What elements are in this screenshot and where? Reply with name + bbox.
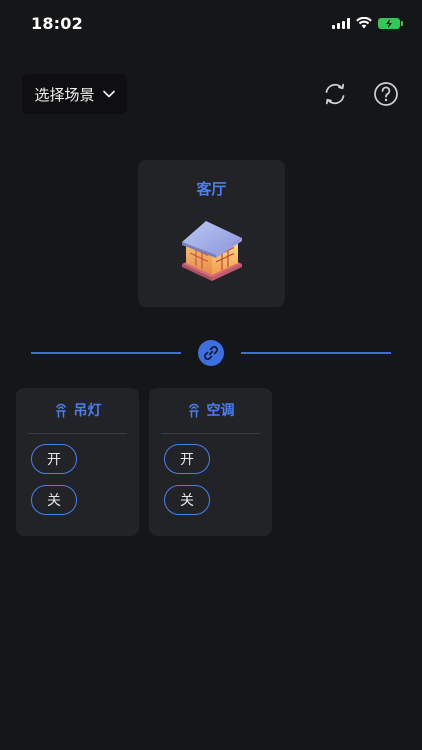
device-icon	[188, 403, 199, 418]
on-button[interactable]: 开	[164, 444, 210, 474]
scene-select-button[interactable]: 选择场景	[22, 74, 127, 114]
off-button[interactable]: 关	[164, 485, 210, 515]
on-button[interactable]: 开	[31, 444, 77, 474]
screen: 18:02 选择场景 客厅 吊灯 开 关 空调 开 关	[0, 0, 422, 750]
device-header: 吊灯	[16, 400, 139, 420]
room-title: 客厅	[196, 180, 227, 198]
room-card[interactable]: 客厅	[138, 160, 285, 307]
divider-left	[31, 352, 181, 354]
off-button[interactable]: 关	[31, 485, 77, 515]
device-divider	[161, 433, 260, 434]
device-card-chandelier: 吊灯 开 关	[16, 388, 139, 536]
status-time: 18:02	[31, 14, 83, 33]
refresh-icon[interactable]	[322, 81, 348, 107]
scene-select-label: 选择场景	[34, 85, 95, 104]
battery-icon	[378, 17, 403, 29]
status-indicators	[332, 17, 403, 29]
wifi-icon	[356, 17, 372, 29]
link-icon	[203, 345, 219, 361]
device-card-air-conditioner: 空调 开 关	[149, 388, 272, 536]
device-header: 空调	[149, 400, 272, 420]
divider-right	[241, 352, 391, 354]
device-icon	[55, 403, 66, 418]
chevron-down-icon	[102, 90, 115, 98]
house-icon	[182, 221, 242, 281]
link-button[interactable]	[198, 340, 224, 366]
device-divider	[28, 433, 127, 434]
device-name: 空调	[206, 403, 235, 419]
device-name: 吊灯	[73, 403, 102, 419]
signal-icon	[332, 17, 350, 29]
help-icon[interactable]	[373, 81, 399, 107]
